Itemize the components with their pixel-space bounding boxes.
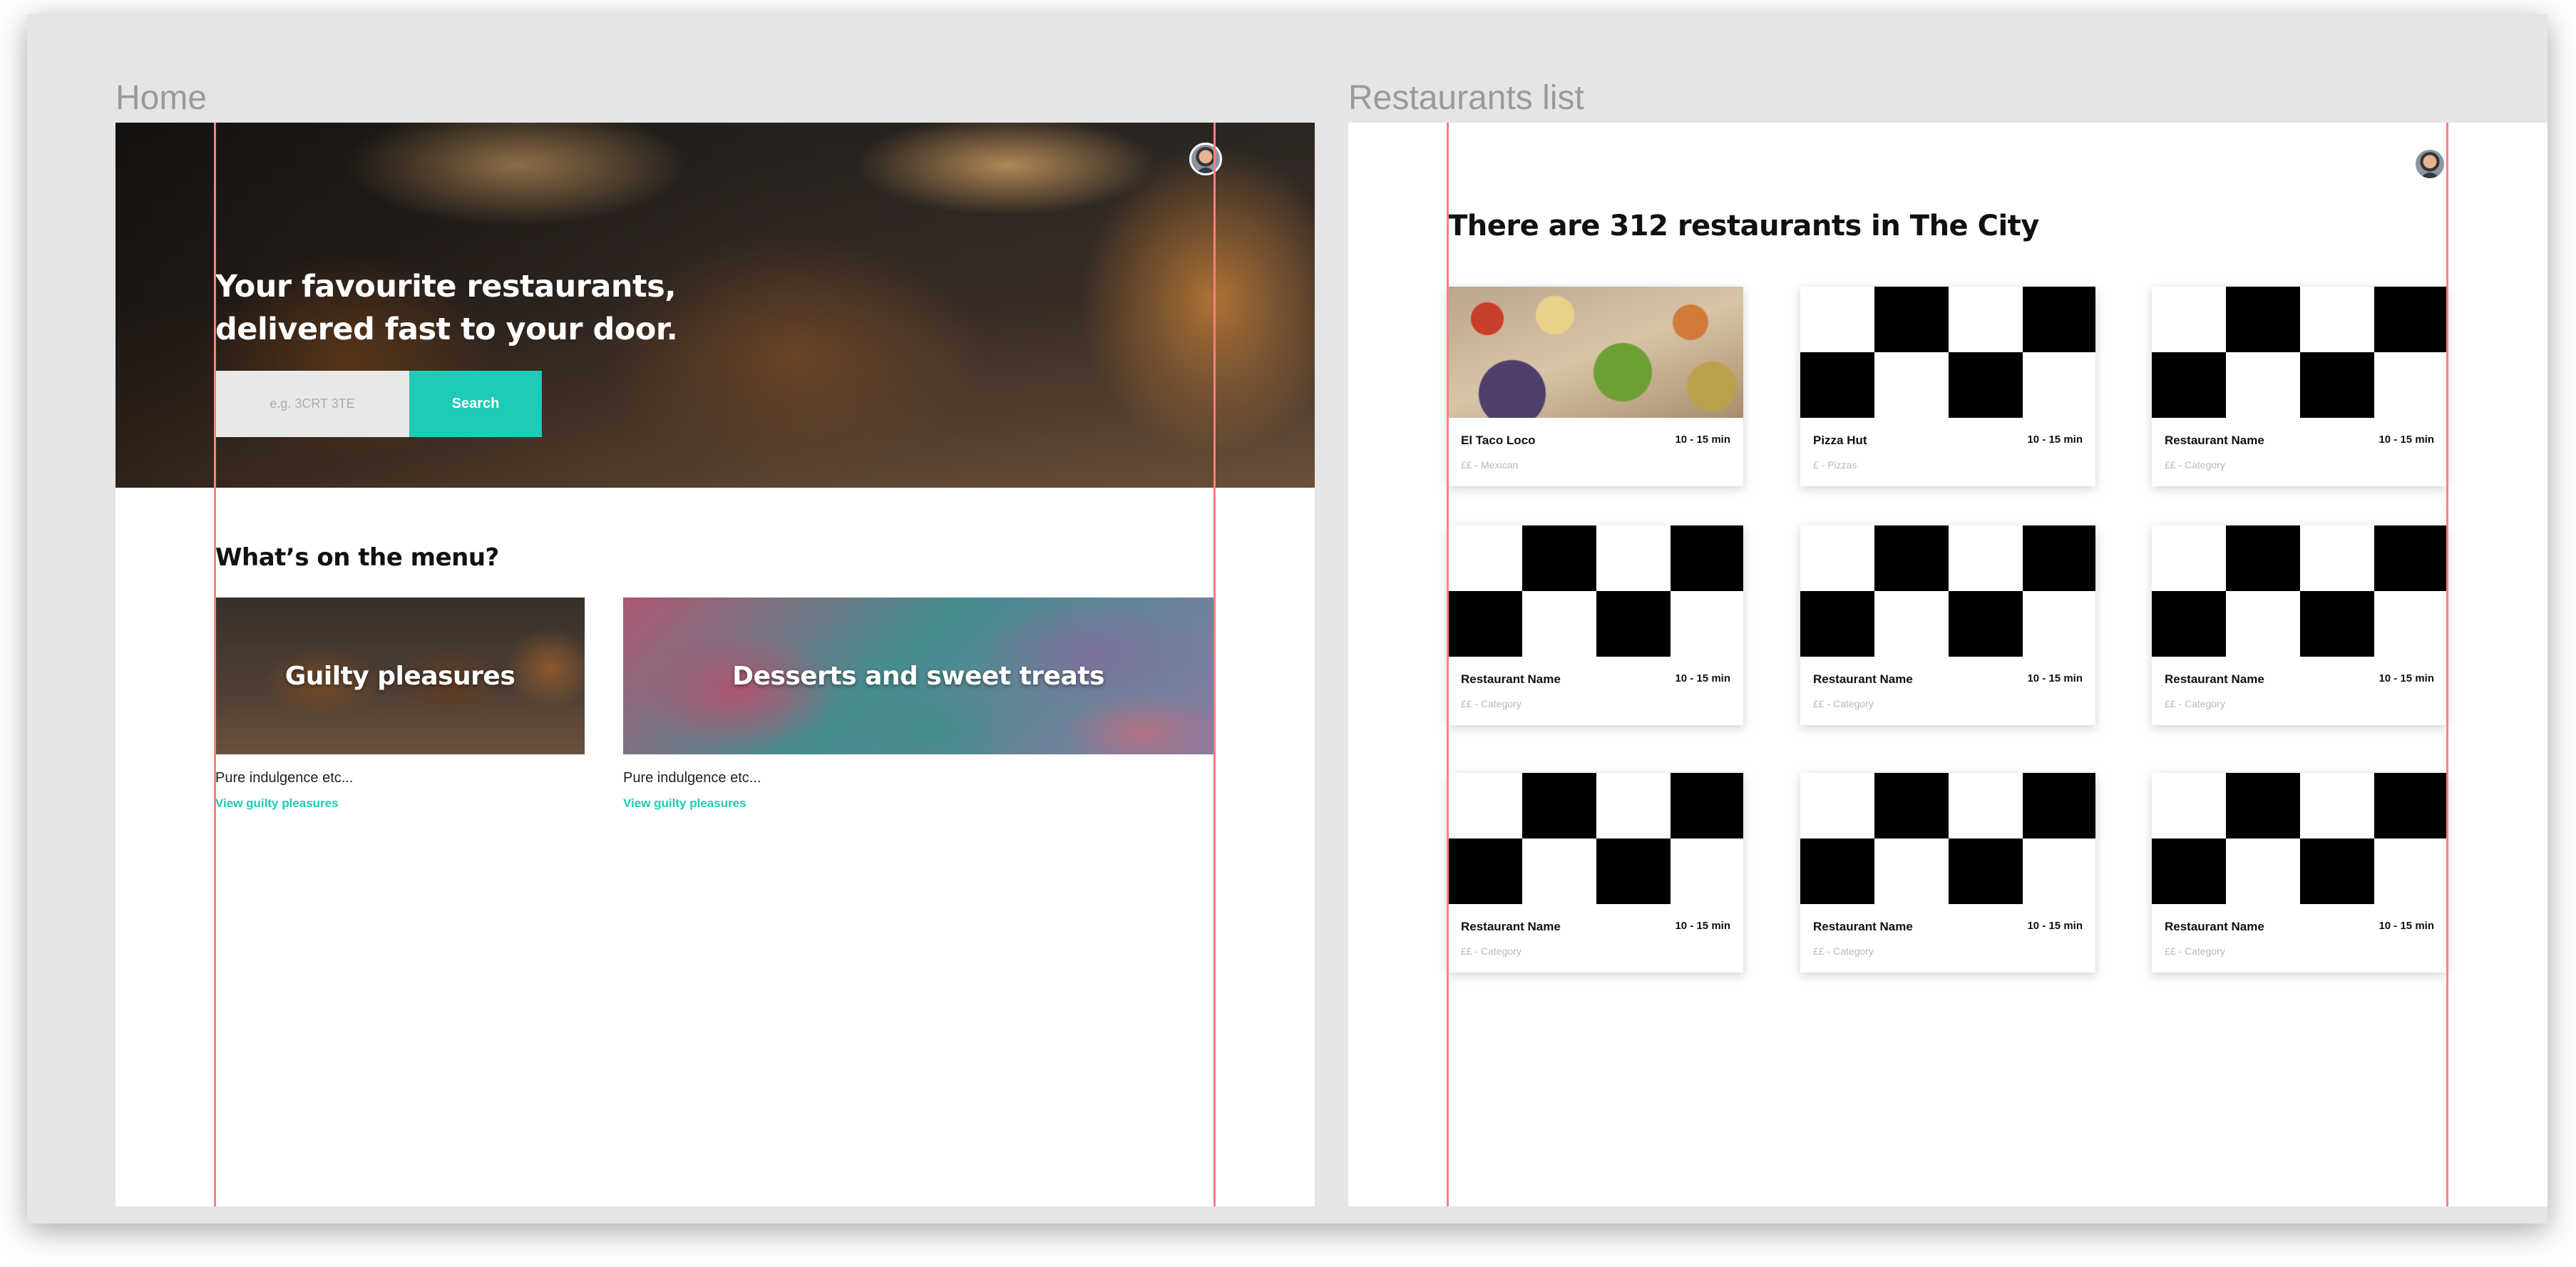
delivery-time: 10 - 15 min [2027, 434, 2083, 446]
layout-guide-right [1213, 123, 1216, 1206]
hero-title-line-2: delivered fast to your door. [215, 312, 678, 347]
restaurant-name: Pizza Hut [1813, 434, 1867, 447]
restaurant-card[interactable]: Restaurant Name 10 - 15 min ££ - Category [1800, 525, 2095, 725]
image-placeholder [1448, 773, 1743, 904]
price-category: ££ - Category [1461, 945, 1522, 957]
restaurant-name: Restaurant Name [1813, 672, 1913, 686]
menu-section-title: What’s on the menu? [215, 543, 499, 572]
layout-guide-right [2446, 123, 2448, 1206]
price-category: ££ - Category [1461, 698, 1522, 709]
restaurant-card[interactable]: Restaurant Name 10 - 15 min ££ - Category [1448, 525, 1743, 725]
layout-guide-left [1447, 123, 1449, 1206]
restaurant-card[interactable]: Restaurant Name 10 - 15 min ££ - Category [2152, 773, 2447, 973]
restaurant-name: Restaurant Name [1461, 920, 1561, 933]
price-category: ££ - Category [2165, 945, 2225, 957]
user-avatar[interactable] [2413, 148, 2446, 180]
delivery-time: 10 - 15 min [1675, 920, 1730, 932]
restaurant-name: Restaurant Name [2165, 434, 2264, 447]
hero-title: Your favourite restaurants, delivered fa… [215, 265, 700, 351]
delivery-time: 10 - 15 min [2379, 672, 2434, 684]
artboard-title-home: Home [116, 79, 207, 117]
delivery-time: 10 - 15 min [1675, 434, 1730, 446]
search-button[interactable]: Search [409, 371, 542, 437]
image-placeholder [2152, 287, 2447, 418]
user-avatar[interactable] [1189, 143, 1222, 175]
menu-card-link[interactable]: View guilty pleasures [215, 796, 585, 811]
layout-guide-left [214, 123, 216, 1206]
delivery-time: 10 - 15 min [2379, 920, 2434, 932]
guilty-pleasures-image: Guilty pleasures [215, 597, 585, 754]
menu-card-desserts[interactable]: Desserts and sweet treats Pure indulgenc… [623, 597, 1213, 811]
delivery-time: 10 - 15 min [2379, 434, 2434, 446]
delivery-time: 10 - 15 min [2027, 920, 2083, 932]
restaurant-name: Restaurant Name [2165, 672, 2264, 686]
postcode-input[interactable] [215, 371, 409, 437]
price-category: ££ - Mexican [1461, 459, 1519, 471]
restaurants-list-artboard: There are 312 restaurants in The City El… [1348, 123, 2547, 1206]
restaurant-name: El Taco Loco [1461, 434, 1536, 447]
menu-card-guilty-pleasures[interactable]: Guilty pleasures Pure indulgence etc... … [215, 597, 585, 811]
image-placeholder [1800, 773, 2095, 904]
price-category: £ - Pizzas [1813, 459, 1857, 471]
design-canvas: Home Restaurants list Your favourite res… [27, 14, 2547, 1224]
restaurant-name: Restaurant Name [1461, 672, 1561, 686]
restaurant-photo [1448, 287, 1743, 418]
restaurants-count-title: There are 312 restaurants in The City [1448, 210, 2039, 242]
price-category: ££ - Category [1813, 945, 1874, 957]
restaurant-name: Restaurant Name [2165, 920, 2264, 933]
restaurant-card[interactable]: Pizza Hut 10 - 15 min £ - Pizzas [1800, 287, 2095, 486]
price-category: ££ - Category [2165, 698, 2225, 709]
restaurant-name: Restaurant Name [1813, 920, 1913, 933]
menu-card-link[interactable]: View guilty pleasures [623, 796, 1213, 811]
artboard-title-restaurants-list: Restaurants list [1348, 79, 1584, 117]
image-placeholder [1800, 525, 2095, 657]
desserts-image: Desserts and sweet treats [623, 597, 1213, 754]
image-placeholder [2152, 773, 2447, 904]
delivery-time: 10 - 15 min [2027, 672, 2083, 684]
restaurant-card[interactable]: El Taco Loco 10 - 15 min ££ - Mexican [1448, 287, 1743, 486]
restaurant-card[interactable]: Restaurant Name 10 - 15 min ££ - Category [2152, 287, 2447, 486]
menu-card-description: Pure indulgence etc... [623, 770, 761, 786]
price-category: ££ - Category [2165, 459, 2225, 471]
restaurant-card[interactable]: Restaurant Name 10 - 15 min ££ - Category [1448, 773, 1743, 973]
menu-card-label: Guilty pleasures [284, 661, 515, 691]
menu-card-label: Desserts and sweet treats [732, 661, 1104, 691]
delivery-time: 10 - 15 min [1675, 672, 1730, 684]
image-placeholder [2152, 525, 2447, 657]
restaurant-card[interactable]: Restaurant Name 10 - 15 min ££ - Category [2152, 525, 2447, 725]
restaurant-card[interactable]: Restaurant Name 10 - 15 min ££ - Category [1800, 773, 2095, 973]
postcode-search: Search [215, 371, 542, 437]
image-placeholder [1448, 525, 1743, 657]
price-category: ££ - Category [1813, 698, 1874, 709]
home-artboard: Your favourite restaurants, delivered fa… [116, 123, 1315, 1206]
image-placeholder [1800, 287, 2095, 418]
menu-card-description: Pure indulgence etc... [215, 770, 354, 786]
hero-title-line-1: Your favourite restaurants, [215, 269, 677, 304]
hero-banner: Your favourite restaurants, delivered fa… [116, 123, 1315, 488]
